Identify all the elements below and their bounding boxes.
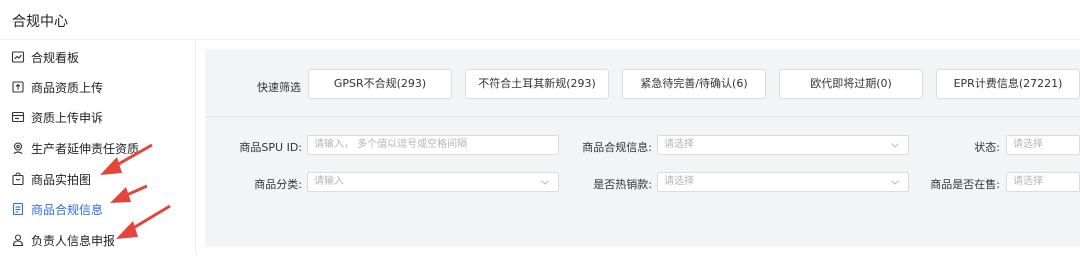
status-select[interactable]: 请选择: [1006, 135, 1080, 155]
divider: [205, 116, 1080, 117]
sidebar: 合规看板 商品资质上传 资质上传申诉 生产者延伸责任资质 商品实拍图 商品合规信…: [0, 40, 196, 253]
sidebar-item-label: 商品实拍图: [31, 173, 92, 187]
chevron-down-icon: [890, 140, 900, 150]
sidebar-item-label: 负责人信息申报: [31, 234, 116, 248]
quick-filter-eu-rep-button[interactable]: 欧代即将过期(0): [779, 69, 923, 99]
on-sale-label: 商品是否在售:: [930, 178, 1000, 191]
chevron-down-icon: [540, 177, 550, 187]
hot-sale-label: 是否热销款:: [593, 178, 652, 191]
sidebar-item-compliance-info[interactable]: 商品合规信息: [0, 195, 196, 225]
on-sale-placeholder: 请选择: [1013, 176, 1043, 187]
sidebar-item-label: 商品资质上传: [31, 81, 104, 95]
sidebar-item-responsible-person[interactable]: 负责人信息申报: [0, 226, 196, 256]
status-placeholder: 请选择: [1013, 139, 1043, 150]
photo-bag-icon: [11, 172, 25, 186]
spu-id-label: 商品SPU ID:: [239, 141, 302, 154]
category-placeholder: 请输入: [314, 176, 344, 187]
producer-icon: [11, 141, 25, 155]
quick-filter-gpsr-button[interactable]: GPSR不合规(293): [308, 69, 452, 99]
sidebar-item-qualification-upload[interactable]: 商品资质上传: [0, 73, 196, 103]
category-select[interactable]: 请输入: [307, 172, 559, 192]
sidebar-item-label: 合规看板: [31, 51, 80, 65]
sidebar-item-appeal[interactable]: 资质上传申诉: [0, 103, 196, 133]
sidebar-item-product-photos[interactable]: 商品实拍图: [0, 165, 196, 195]
status-label: 状态:: [974, 141, 1000, 154]
sidebar-item-label: 商品合规信息: [31, 203, 104, 217]
sidebar-item-compliance-board[interactable]: 合规看板: [0, 43, 196, 73]
sidebar-item-producer-responsibility[interactable]: 生产者延伸责任资质: [0, 134, 196, 164]
appeal-icon: [11, 110, 25, 124]
compliance-info-select[interactable]: 请选择: [657, 135, 909, 155]
sidebar-item-label: 生产者延伸责任资质: [31, 142, 140, 156]
page-header: 合规中心: [0, 0, 1080, 40]
page-title: 合规中心: [12, 14, 68, 30]
chart-board-icon: [11, 50, 25, 64]
upload-doc-icon: [11, 80, 25, 94]
category-label: 商品分类:: [254, 178, 302, 191]
filter-panel: 快速筛选 GPSR不合规(293) 不符合土耳其新规(293) 紧急待完善/待确…: [205, 49, 1080, 247]
on-sale-select[interactable]: 请选择: [1006, 172, 1080, 192]
compliance-info-placeholder: 请选择: [664, 139, 694, 150]
quick-filter-turkey-button[interactable]: 不符合土耳其新规(293): [465, 69, 609, 99]
document-icon: [11, 202, 25, 216]
compliance-info-label: 商品合规信息:: [582, 141, 652, 154]
chevron-down-icon: [890, 177, 900, 187]
quick-filter-epr-button[interactable]: EPR计费信息(27221): [936, 69, 1080, 99]
quick-filter-urgent-button[interactable]: 紧急待完善/待确认(6): [622, 69, 766, 99]
hot-sale-select[interactable]: 请选择: [657, 172, 909, 192]
sidebar-item-label: 资质上传申诉: [31, 111, 104, 125]
person-icon: [11, 233, 25, 247]
spu-id-input[interactable]: 请输入， 多个值以逗号或空格间隔: [307, 135, 559, 155]
hot-sale-placeholder: 请选择: [664, 176, 694, 187]
quick-filter-label: 快速筛选: [257, 81, 301, 94]
